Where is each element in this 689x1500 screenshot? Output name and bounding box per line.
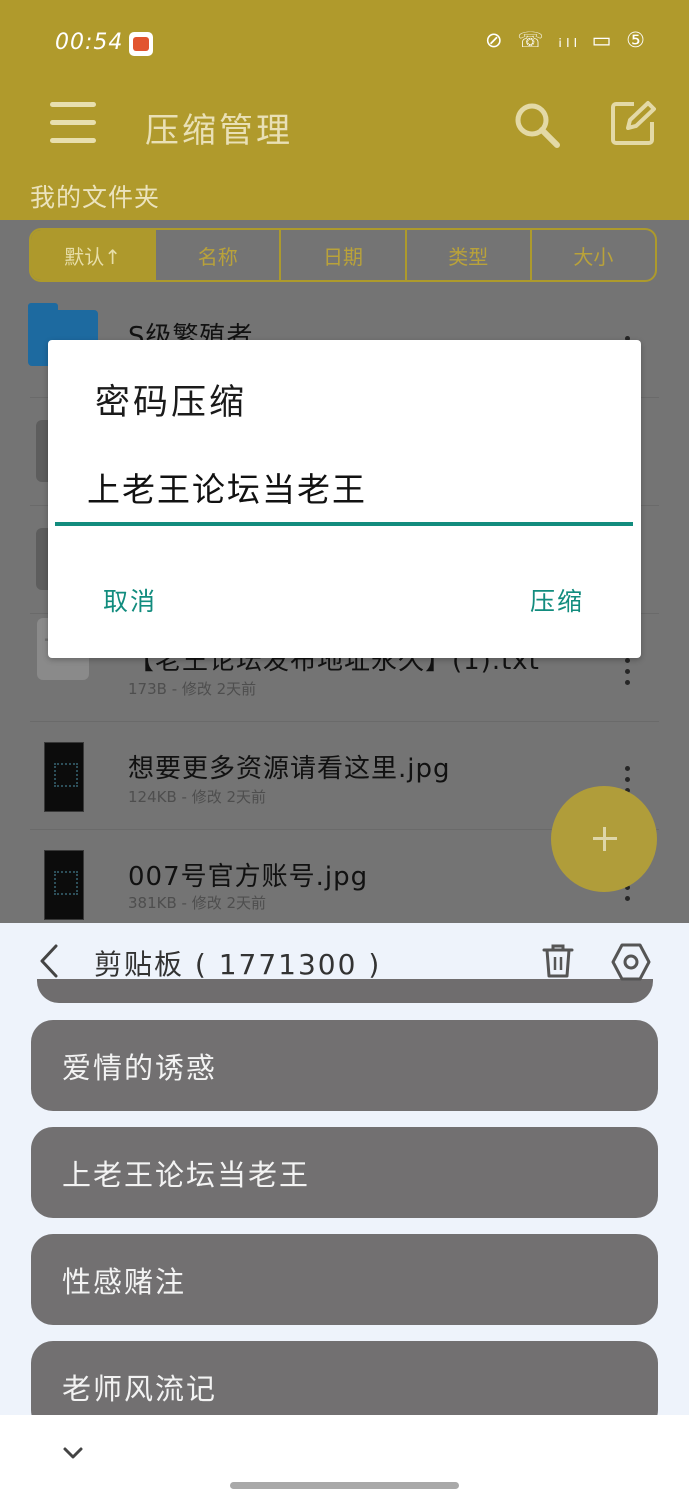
keyboard-bottom-bar — [0, 1415, 689, 1500]
clipboard-item[interactable]: 上老王论坛当老王 — [31, 1127, 658, 1218]
dialog-title: 密码压缩 — [95, 383, 248, 423]
compress-button[interactable]: 压缩 — [530, 582, 584, 618]
password-compress-dialog: 密码压缩 取消 压缩 — [48, 340, 641, 658]
file-name: 想要更多资源请看这里.jpg — [128, 754, 451, 784]
sort-type-tab[interactable]: 类型 — [407, 230, 532, 280]
breadcrumb: 我的文件夹 — [30, 183, 161, 212]
trash-icon[interactable] — [541, 943, 575, 979]
cancel-button[interactable]: 取消 — [103, 582, 157, 618]
page-title: 压缩管理 — [145, 111, 293, 151]
file-meta: 173B - 修改 2天前 — [128, 680, 257, 698]
notification-app-icon — [129, 32, 153, 56]
password-input[interactable] — [55, 452, 633, 526]
menu-icon[interactable] — [50, 102, 96, 144]
clipboard-item[interactable]: 性感赌注 — [31, 1234, 658, 1325]
sort-name-tab[interactable]: 名称 — [156, 230, 282, 280]
sort-bar: 默认↑ 名称 日期 类型 大小 — [29, 228, 657, 282]
status-time: 00:54 — [55, 30, 124, 55]
status-indicators: ⊘ ☏ ᵢₗₗ ▭ ⑤ — [485, 28, 649, 52]
clipboard-panel: 剪贴板 ( 1771300 ) 爱情的诱惑 上老王论坛当老王 性感赌注 老师风流… — [0, 923, 689, 1415]
clipboard-item-text: 性感赌注 — [62, 1265, 187, 1299]
clipboard-title: 剪贴板 ( 1771300 ) — [94, 948, 382, 981]
settings-icon[interactable] — [611, 943, 651, 981]
clipboard-header: 剪贴板 ( 1771300 ) — [0, 923, 689, 999]
file-name: 007号官方账号.jpg — [128, 862, 369, 892]
edit-icon[interactable] — [610, 100, 656, 146]
search-icon[interactable] — [512, 100, 562, 150]
chevron-down-icon[interactable] — [61, 1445, 85, 1461]
sort-size-tab[interactable]: 大小 — [532, 230, 655, 280]
clipboard-item-text: 爱情的诱惑 — [62, 1051, 218, 1085]
more-options-icon[interactable] — [625, 658, 631, 691]
sort-date-tab[interactable]: 日期 — [281, 230, 407, 280]
back-icon[interactable] — [36, 943, 62, 979]
clipboard-item[interactable]: 老师风流记 — [31, 1341, 658, 1415]
clipboard-item-text: 上老王论坛当老王 — [62, 1158, 311, 1192]
file-meta: 124KB - 修改 2天前 — [128, 788, 267, 806]
sort-default-tab[interactable]: 默认↑ — [31, 230, 157, 280]
home-indicator[interactable] — [230, 1482, 459, 1489]
clipboard-item[interactable]: 爱情的诱惑 — [31, 1020, 658, 1111]
image-thumbnail — [44, 850, 84, 920]
file-meta: 381KB - 修改 2天前 — [128, 894, 267, 912]
image-thumbnail — [44, 742, 84, 812]
add-fab-button[interactable] — [551, 786, 657, 892]
clipboard-item-text: 老师风流记 — [62, 1372, 218, 1406]
